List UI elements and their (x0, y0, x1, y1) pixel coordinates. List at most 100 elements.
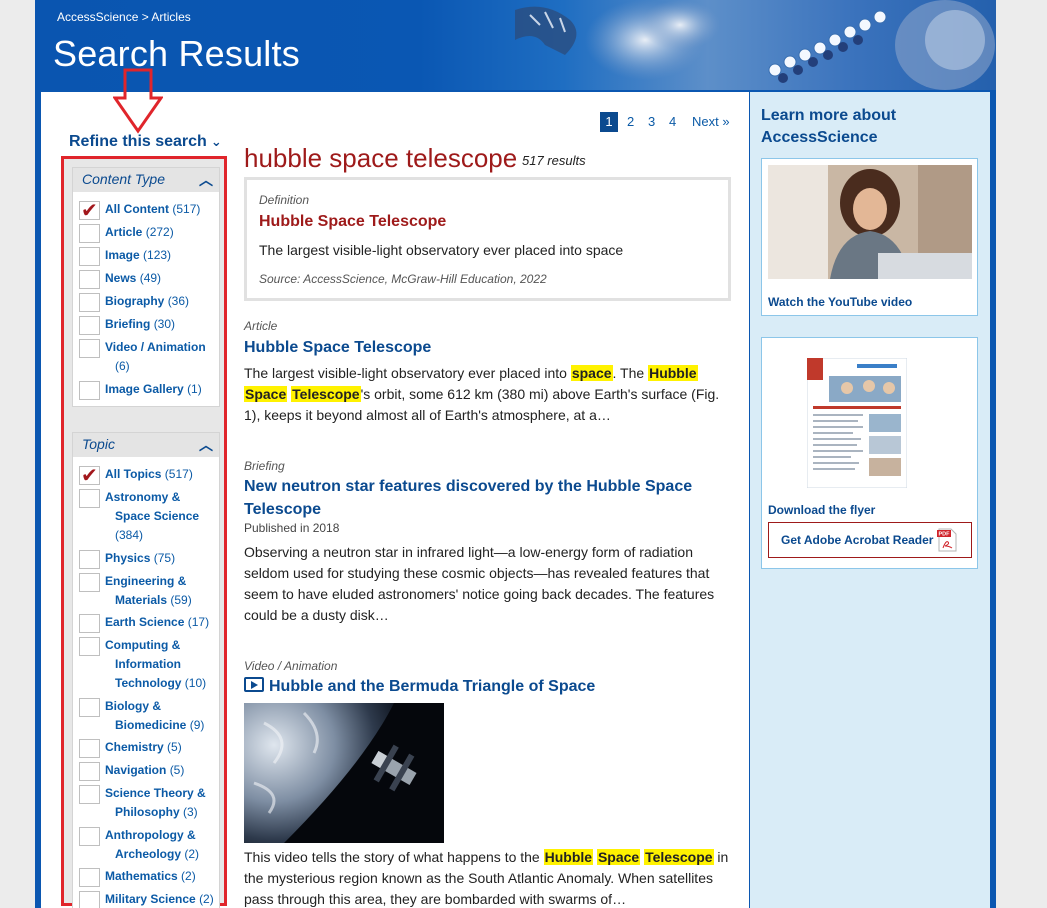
checkbox-checked[interactable] (79, 198, 100, 223)
facet-option-count: (384) (115, 528, 144, 542)
checkbox[interactable] (79, 637, 100, 656)
checkbox[interactable] (79, 247, 100, 266)
checkbox[interactable] (79, 868, 100, 887)
page-link-2[interactable]: 2 (627, 112, 634, 132)
page-link-1[interactable]: 1 (600, 112, 618, 132)
definition-card: Definition Hubble Space Telescope The la… (244, 177, 731, 301)
youtube-video-thumbnail[interactable] (768, 165, 972, 279)
result-type-label: Article (244, 319, 278, 333)
facet-option-label[interactable]: Chemistry (5) (105, 738, 217, 757)
checkbox[interactable] (79, 827, 100, 846)
facet-option-text: Earth Science (105, 615, 185, 629)
result-title-link[interactable]: Hubble Space Telescope (244, 336, 724, 359)
facet-option-label[interactable]: All Content (517) (105, 200, 217, 219)
flyer-promo-card: Download the flyer Get Adobe Acrobat Rea… (761, 337, 978, 569)
facet-header[interactable]: Topic ︿ (73, 433, 219, 457)
facet-option-label[interactable]: Video / Animation (6) (105, 338, 217, 376)
checkbox[interactable] (79, 550, 100, 569)
next-page-link[interactable]: Next » (692, 112, 732, 132)
facet-option-text: Anthropology & Archeology (105, 828, 196, 861)
chevron-up-icon[interactable]: ︿ (199, 435, 213, 455)
facet-topic: Topic ︿ All Topics (517) Astronomy & Spac… (72, 432, 220, 908)
page-link-3[interactable]: 3 (648, 112, 655, 132)
result-published-date: Published in 2018 (244, 521, 340, 535)
chevron-up-icon[interactable]: ︿ (199, 170, 213, 190)
facet-option-count: (59) (170, 593, 192, 607)
facet-option-label[interactable]: Astronomy & Space Science (384) (105, 488, 217, 545)
facet-option-label[interactable]: Navigation (5) (105, 761, 217, 780)
facet-option-text: All Topics (105, 467, 162, 481)
facet-option-label[interactable]: Briefing (30) (105, 315, 217, 334)
checkbox[interactable] (79, 891, 100, 908)
flyer-thumbnail[interactable] (807, 358, 907, 488)
search-term-highlight: Space (244, 386, 288, 402)
checkbox[interactable] (79, 339, 100, 358)
result-title-link[interactable]: New neutron star features discovered by … (244, 475, 724, 521)
checkbox[interactable] (79, 785, 100, 804)
checkbox[interactable] (79, 762, 100, 781)
facet-option-count: (517) (172, 202, 201, 216)
definition-title-link[interactable]: Hubble Space Telescope (259, 213, 446, 231)
facet-option-label[interactable]: Biography (36) (105, 292, 217, 311)
facet-option-label[interactable]: Engineering & Materials (59) (105, 572, 217, 610)
video-thumbnail[interactable] (244, 703, 444, 843)
checkbox[interactable] (79, 381, 100, 400)
result-title-link[interactable]: Hubble and the Bermuda Triangle of Space (244, 675, 724, 698)
facet-option-count: (9) (189, 718, 205, 732)
refine-search-label: Refine this search (69, 133, 207, 150)
breadcrumb: AccessScience > Articles (57, 10, 191, 24)
facet-option-label[interactable]: Mathematics (2) (105, 867, 217, 886)
facet-option-label[interactable]: Anthropology & Archeology (2) (105, 826, 217, 864)
facet-option-count: (3) (183, 805, 198, 819)
refine-search-toggle[interactable]: Refine this search ⌄ (69, 133, 222, 151)
page-title: Search Results (53, 33, 300, 74)
facet-option-label[interactable]: All Topics (517) (105, 465, 217, 484)
facet-option-label[interactable]: Biology & Biomedicine (9) (105, 697, 217, 735)
search-term-highlight: Hubble (543, 849, 594, 865)
facet-option-label[interactable]: Science Theory & Philosophy (3) (105, 784, 217, 822)
facet-option-label[interactable]: Article (272) (105, 223, 217, 242)
checkbox[interactable] (79, 614, 100, 633)
checkbox[interactable] (79, 489, 100, 508)
facet-option-label[interactable]: Image Gallery (1) (105, 380, 217, 399)
header-banner: AccessScience > Articles Search Results (35, 0, 996, 90)
pdf-file-icon: PDF (937, 528, 957, 552)
checkbox[interactable] (79, 293, 100, 312)
download-flyer-link[interactable]: Download the flyer (768, 503, 875, 517)
checkbox[interactable] (79, 698, 100, 717)
checkbox[interactable] (79, 573, 100, 592)
facet-option-label[interactable]: Physics (75) (105, 549, 217, 568)
snippet-text: This video tells the story of what happe… (244, 849, 544, 865)
facet-option-label[interactable]: News (49) (105, 269, 217, 288)
facet-option-text: Image (105, 248, 140, 262)
page-link-4[interactable]: 4 (669, 112, 676, 132)
facet-option-text: Military Science (105, 892, 196, 906)
result-snippet: The largest visible-light observatory ev… (244, 363, 731, 426)
definition-source: Source: AccessScience, McGraw-Hill Educa… (259, 272, 547, 286)
get-acrobat-reader-button[interactable]: Get Adobe Acrobat Reader PDF (768, 522, 972, 558)
facet-option-label[interactable]: Earth Science (17) (105, 613, 217, 632)
checkbox[interactable] (79, 739, 100, 758)
checkbox[interactable] (79, 316, 100, 335)
facet-option-count: (5) (169, 763, 185, 777)
facet-option-count: (517) (164, 467, 193, 481)
breadcrumb-current[interactable]: Articles (151, 10, 190, 24)
result-type-label: Definition (259, 193, 310, 207)
breadcrumb-home[interactable]: AccessScience (57, 10, 138, 24)
checkbox[interactable] (79, 224, 100, 243)
facet-header[interactable]: Content Type ︿ (73, 168, 219, 192)
checkbox-checked[interactable] (79, 463, 100, 488)
facet-option-count: (10) (184, 676, 207, 690)
facets-panel: Content Type ︿ All Content (517) Article … (61, 156, 227, 908)
facet-heading: Topic (82, 436, 115, 452)
checkbox[interactable] (79, 270, 100, 289)
facet-option-label[interactable]: Military Science (2) (105, 890, 217, 908)
search-term-highlight: Telescope (291, 386, 361, 402)
annotation-arrow-icon (113, 68, 163, 134)
facet-option-label[interactable]: Image (123) (105, 246, 217, 265)
facet-option-label[interactable]: Computing & Information Technology (10) (105, 636, 217, 693)
facet-option-count: (30) (153, 317, 176, 331)
youtube-video-link[interactable]: Watch the YouTube video (768, 295, 912, 309)
facet-option-text: All Content (105, 202, 169, 216)
facet-option-text: Mathematics (105, 869, 178, 883)
